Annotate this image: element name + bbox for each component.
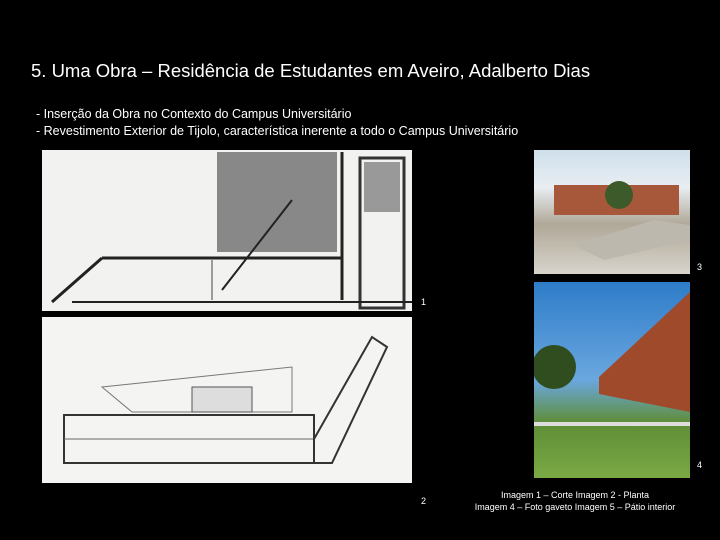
image-number-4: 4 bbox=[697, 460, 703, 470]
image-number-3: 3 bbox=[697, 262, 703, 272]
slide-title: 5. Uma Obra – Residência de Estudantes e… bbox=[31, 60, 591, 81]
image-caption: Imagem 1 – Corte Imagem 2 - Planta Image… bbox=[455, 489, 695, 513]
floor-plan-image bbox=[42, 317, 412, 483]
caption-line: Imagem 4 – Foto gaveto Imagem 5 – Pátio … bbox=[474, 502, 676, 512]
corner-photo-image bbox=[534, 282, 690, 478]
bullet-list: - Inserção da Obra no Contexto do Campus… bbox=[36, 106, 518, 140]
section-drawing-image bbox=[42, 150, 412, 311]
caption-line: Imagem 1 – Corte Imagem 2 - Planta bbox=[500, 490, 650, 500]
bullet-item: - Inserção da Obra no Contexto do Campus… bbox=[36, 107, 352, 121]
image-number-1: 1 bbox=[421, 297, 427, 307]
image-number-2: 2 bbox=[421, 496, 427, 506]
bullet-item: - Revestimento Exterior de Tijolo, carac… bbox=[36, 124, 519, 138]
campus-photo-image bbox=[534, 150, 690, 274]
